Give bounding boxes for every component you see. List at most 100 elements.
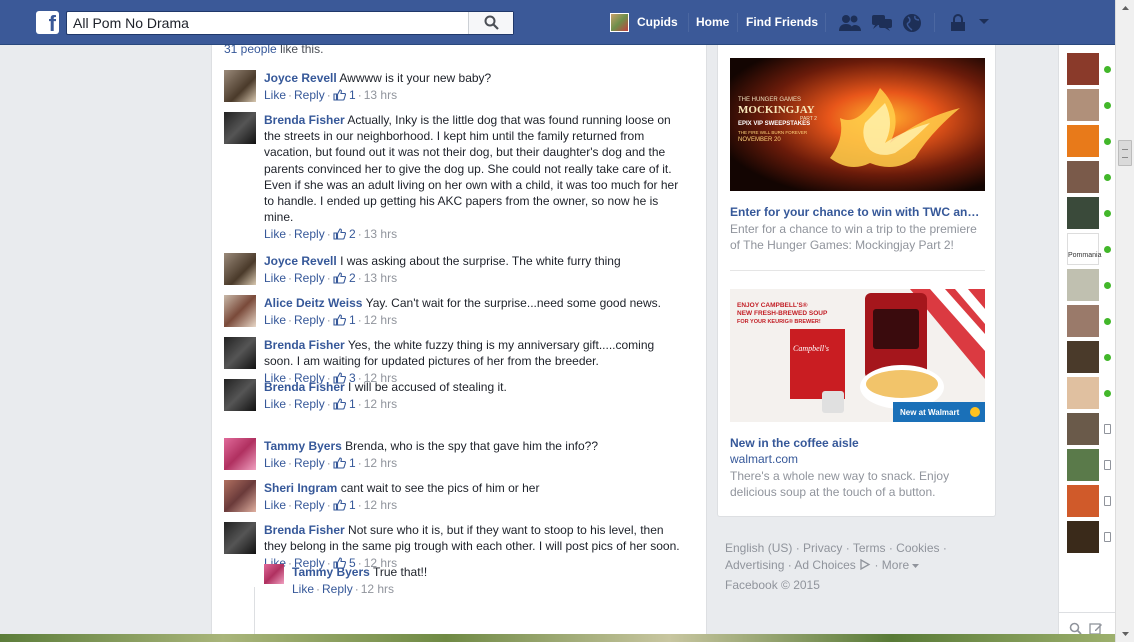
ad-hunger-games-image[interactable]: THE HUNGER GAMES MOCKINGJAY PART 2 EPIX …	[730, 58, 985, 191]
separator: ·	[357, 397, 362, 412]
footer-link-terms[interactable]: Terms	[853, 541, 886, 555]
reply-author-avatar[interactable]	[264, 564, 284, 584]
comment-like-count[interactable]: 1	[333, 397, 356, 411]
comment-author-link[interactable]: Sheri Ingram	[264, 481, 337, 495]
comment-like-count[interactable]: 1	[333, 456, 356, 470]
comment-author-link[interactable]: Joyce Revell	[264, 254, 337, 268]
nav-profile-link[interactable]: Cupids	[637, 15, 678, 29]
comment-author-link[interactable]: Tammy Byers	[264, 439, 342, 453]
reply-like-link[interactable]: Like	[292, 582, 314, 596]
comment-author-avatar[interactable]	[224, 480, 256, 512]
chat-contact-avatar[interactable]	[1067, 377, 1099, 409]
facebook-logo-icon[interactable]: f	[36, 11, 59, 34]
nav-find-friends-link[interactable]: Find Friends	[746, 15, 818, 29]
comment-reply-link[interactable]: Reply	[294, 498, 325, 512]
reply-timestamp-link[interactable]: 12 hrs	[361, 582, 394, 596]
reply-author-link[interactable]: Tammy Byers	[292, 565, 370, 579]
post-likes-summary[interactable]: 31 people like this.	[224, 45, 323, 56]
comment-like-link[interactable]: Like	[264, 271, 286, 285]
reply-reply-link[interactable]: Reply	[322, 582, 353, 596]
comment-author-avatar[interactable]	[224, 253, 256, 285]
chat-contact-avatar[interactable]	[1067, 125, 1099, 157]
search-button[interactable]	[468, 12, 513, 34]
comment-author-avatar[interactable]	[224, 112, 256, 144]
comment-author-avatar[interactable]	[224, 337, 256, 369]
comment-timestamp-link[interactable]: 13 hrs	[364, 88, 397, 102]
comment-author-link[interactable]: Brenda Fisher	[264, 113, 345, 127]
likes-count-link[interactable]: 31 people	[224, 45, 277, 56]
footer-link-privacy[interactable]: Privacy	[803, 541, 842, 555]
comment-author-link[interactable]: Brenda Fisher	[264, 380, 345, 394]
chat-contact-avatar[interactable]	[1067, 413, 1099, 445]
comment-timestamp-link[interactable]: 13 hrs	[364, 271, 397, 285]
comment-reply-link[interactable]: Reply	[294, 313, 325, 327]
chat-contact-avatar[interactable]	[1067, 341, 1099, 373]
comment-like-link[interactable]: Like	[264, 498, 286, 512]
comment-like-count[interactable]: 2	[333, 227, 356, 241]
comment-reply-link[interactable]: Reply	[294, 271, 325, 285]
comment-like-link[interactable]: Like	[264, 227, 286, 241]
comment-timestamp-link[interactable]: 13 hrs	[364, 227, 397, 241]
footer-link-cookies[interactable]: Cookies	[896, 541, 939, 555]
comment-timestamp-link[interactable]: 12 hrs	[364, 456, 397, 470]
comment-like-count[interactable]: 2	[333, 271, 356, 285]
footer-link-advertising[interactable]: Advertising	[725, 558, 784, 572]
messages-icon[interactable]	[870, 13, 894, 33]
chat-contact-avatar[interactable]	[1067, 485, 1099, 517]
friend-requests-icon[interactable]	[838, 13, 862, 33]
search-input[interactable]	[67, 12, 469, 34]
chat-contact-avatar[interactable]	[1067, 269, 1099, 301]
ad1-title-link[interactable]: Enter for your chance to win with TWC an…	[730, 205, 985, 219]
scroll-thumb[interactable]	[1118, 140, 1132, 166]
online-status-icon	[1104, 390, 1111, 397]
footer-link-more[interactable]: More	[882, 558, 909, 572]
ad2-title-link[interactable]: New in the coffee aisle	[730, 436, 985, 450]
profile-avatar[interactable]	[610, 13, 629, 32]
chat-contact-avatar[interactable]	[1067, 305, 1099, 337]
privacy-shortcuts-lock-icon[interactable]	[948, 13, 968, 33]
page-scrollbar[interactable]	[1115, 0, 1134, 642]
ad-campbells-image[interactable]: Campbell's ENJOY CAMPBELL'S® NEW FRESH-B…	[730, 289, 985, 422]
chat-contact-avatar[interactable]	[1067, 197, 1099, 229]
comment-reply-link[interactable]: Reply	[294, 397, 325, 411]
comment-author-avatar[interactable]	[224, 70, 256, 102]
scroll-down-button[interactable]	[1116, 625, 1134, 642]
comment-author-avatar[interactable]	[224, 438, 256, 470]
comment-timestamp-link[interactable]: 12 hrs	[364, 313, 397, 327]
comment-author-link[interactable]: Brenda Fisher	[264, 523, 345, 537]
comment-reply-link[interactable]: Reply	[294, 227, 325, 241]
comment-like-link[interactable]: Like	[264, 313, 286, 327]
comment-like-count[interactable]: 1	[333, 313, 356, 327]
comment-timestamp-link[interactable]: 12 hrs	[364, 397, 397, 411]
chat-contact-avatar[interactable]	[1067, 89, 1099, 121]
chat-contact-avatar[interactable]	[1067, 161, 1099, 193]
comment-author-link[interactable]: Joyce Revell	[264, 71, 337, 85]
footer-link-language[interactable]: English (US)	[725, 541, 792, 555]
chat-contact-avatar[interactable]	[1067, 53, 1099, 85]
comment-like-link[interactable]: Like	[264, 397, 286, 411]
comment-reply-link[interactable]: Reply	[294, 456, 325, 470]
comment-timestamp-link[interactable]: 12 hrs	[364, 498, 397, 512]
chat-contact-avatar[interactable]	[1067, 521, 1099, 553]
comment-like-count[interactable]: 1	[333, 88, 356, 102]
scroll-up-arrow-icon	[1122, 6, 1129, 10]
scroll-up-button[interactable]	[1116, 0, 1134, 17]
ad-choices-icon[interactable]	[859, 558, 871, 570]
comment-reply-link[interactable]: Reply	[294, 88, 325, 102]
comment-like-link[interactable]: Like	[264, 456, 286, 470]
ad2-url-link[interactable]: walmart.com	[730, 452, 798, 466]
nav-home-link[interactable]: Home	[696, 15, 729, 29]
search-icon	[484, 15, 499, 30]
chat-contact-avatar[interactable]	[1067, 449, 1099, 481]
comment-like-link[interactable]: Like	[264, 88, 286, 102]
comment-author-link[interactable]: Alice Deitz Weiss	[264, 296, 362, 310]
chat-contact-avatar[interactable]: Pommania	[1067, 233, 1101, 265]
comment-author-link[interactable]: Brenda Fisher	[264, 338, 345, 352]
footer-link-ad-choices[interactable]: Ad Choices	[794, 558, 855, 572]
comment-author-avatar[interactable]	[224, 522, 256, 554]
comment-author-avatar[interactable]	[224, 379, 256, 411]
comment-author-avatar[interactable]	[224, 295, 256, 327]
account-menu-chevron-down-icon[interactable]	[977, 16, 991, 28]
notifications-globe-icon[interactable]	[901, 13, 923, 33]
comment-like-count[interactable]: 1	[333, 498, 356, 512]
